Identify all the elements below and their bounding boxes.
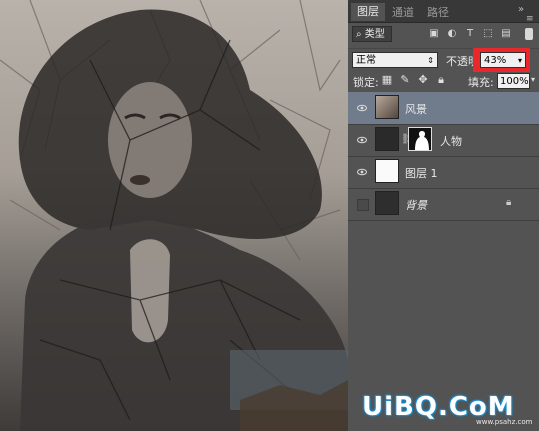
visibility-toggle[interactable] (357, 199, 369, 211)
eye-icon[interactable] (357, 103, 367, 113)
tab-paths[interactable]: 路径 (421, 4, 455, 22)
tab-layers[interactable]: 图层 (351, 3, 385, 21)
type-filter-icon[interactable]: T (464, 28, 476, 40)
opacity-value: 43% (484, 55, 507, 66)
layer-mask-thumbnail[interactable] (408, 127, 432, 151)
lock-all-icon[interactable]: 🔒︎ (435, 74, 447, 86)
layers-panel: 图层 通道 路径 » ≡ ⌕ 类型 ▣ ◐ T ⬚ ▤ 正常 ⇕ 不透明度: 4… (348, 0, 539, 431)
layer-row-person[interactable]: ⛓ 人物 (348, 124, 539, 157)
watermark-url: www.psahz.com (476, 418, 533, 426)
lock-icon: 🔒︎ (506, 197, 512, 208)
opacity-input[interactable]: 43% ▾ (480, 52, 526, 68)
layer-row-scenery[interactable]: 风景 (348, 92, 539, 125)
lock-label: 锁定: (353, 76, 379, 89)
blend-row: 正常 ⇕ 不透明度: 43% ▾ (348, 48, 539, 72)
eye-icon[interactable] (357, 135, 367, 145)
layer-thumbnail (375, 159, 399, 183)
layer-name: 背景 (405, 199, 427, 212)
artwork (0, 0, 348, 431)
filter-toggle[interactable] (525, 28, 533, 40)
lock-brush-icon[interactable]: ✎ (399, 74, 411, 86)
layer-thumbnail (375, 95, 399, 119)
layer-name: 人物 (440, 135, 462, 148)
filter-kind-label: 类型 (364, 29, 385, 40)
layer-name: 图层 1 (405, 167, 438, 180)
layer-filter-row: ⌕ 类型 ▣ ◐ T ⬚ ▤ (348, 24, 539, 46)
fill-input[interactable]: 100% (497, 73, 530, 89)
pixel-filter-icon[interactable]: ▣ (428, 28, 440, 40)
panel-menu-icon[interactable]: ≡ (526, 14, 534, 24)
layer-row-background[interactable]: 背景 🔒︎ (348, 188, 539, 221)
eye-icon[interactable] (357, 167, 367, 177)
chevron-down-icon[interactable]: ▾ (531, 75, 535, 84)
tab-channels[interactable]: 通道 (386, 4, 420, 22)
shape-filter-icon[interactable]: ⬚ (482, 28, 494, 40)
mask-silhouette (415, 131, 429, 150)
lock-transparency-icon[interactable]: ▦ (381, 74, 393, 86)
adjustment-filter-icon[interactable]: ◐ (446, 28, 458, 40)
document-canvas[interactable] (0, 0, 348, 431)
layer-thumbnail (375, 191, 399, 215)
collapse-icon[interactable]: » (518, 4, 524, 15)
chevron-updown-icon: ⇕ (427, 56, 434, 65)
layer-name: 风景 (405, 103, 427, 116)
layer-row-layer1[interactable]: 图层 1 (348, 156, 539, 189)
smart-object-filter-icon[interactable]: ▤ (500, 28, 512, 40)
panel-tabs: 图层 通道 路径 » ≡ (348, 0, 539, 24)
filter-kind-select[interactable]: ⌕ 类型 (352, 26, 392, 42)
layer-thumbnail (375, 127, 399, 151)
fill-label: 填充: (468, 76, 494, 89)
lock-move-icon[interactable]: ✥ (417, 74, 429, 86)
blend-mode-value: 正常 (356, 55, 376, 66)
blend-mode-select[interactable]: 正常 ⇕ (352, 52, 438, 68)
lock-row: 锁定: ▦ ✎ ✥ 🔒︎ 填充: 100% ▾ (348, 70, 539, 93)
chevron-down-icon[interactable]: ▾ (518, 53, 522, 69)
